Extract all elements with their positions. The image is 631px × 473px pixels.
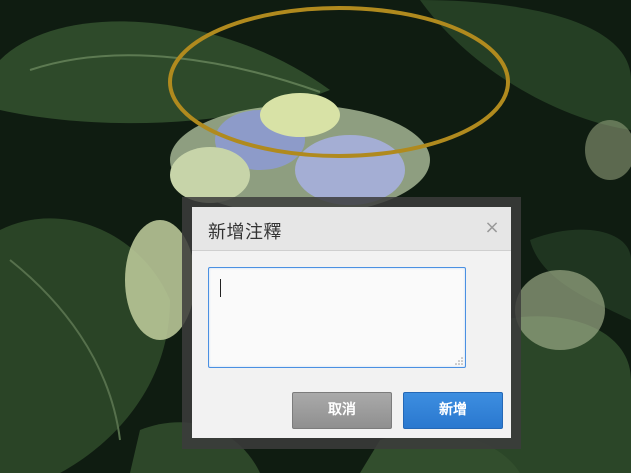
dialog-title: 新增注釋 bbox=[208, 222, 282, 243]
add-button[interactable]: 新增 bbox=[403, 392, 503, 429]
cancel-button[interactable]: 取消 bbox=[292, 392, 392, 429]
text-caret bbox=[220, 279, 221, 297]
add-note-dialog: 新增注釋 × 取消 新增 bbox=[192, 207, 511, 438]
close-icon[interactable]: × bbox=[482, 217, 502, 239]
resize-grip-icon[interactable] bbox=[455, 357, 463, 365]
dialog-header: 新增注釋 × bbox=[192, 207, 511, 251]
note-textarea[interactable] bbox=[208, 267, 466, 368]
